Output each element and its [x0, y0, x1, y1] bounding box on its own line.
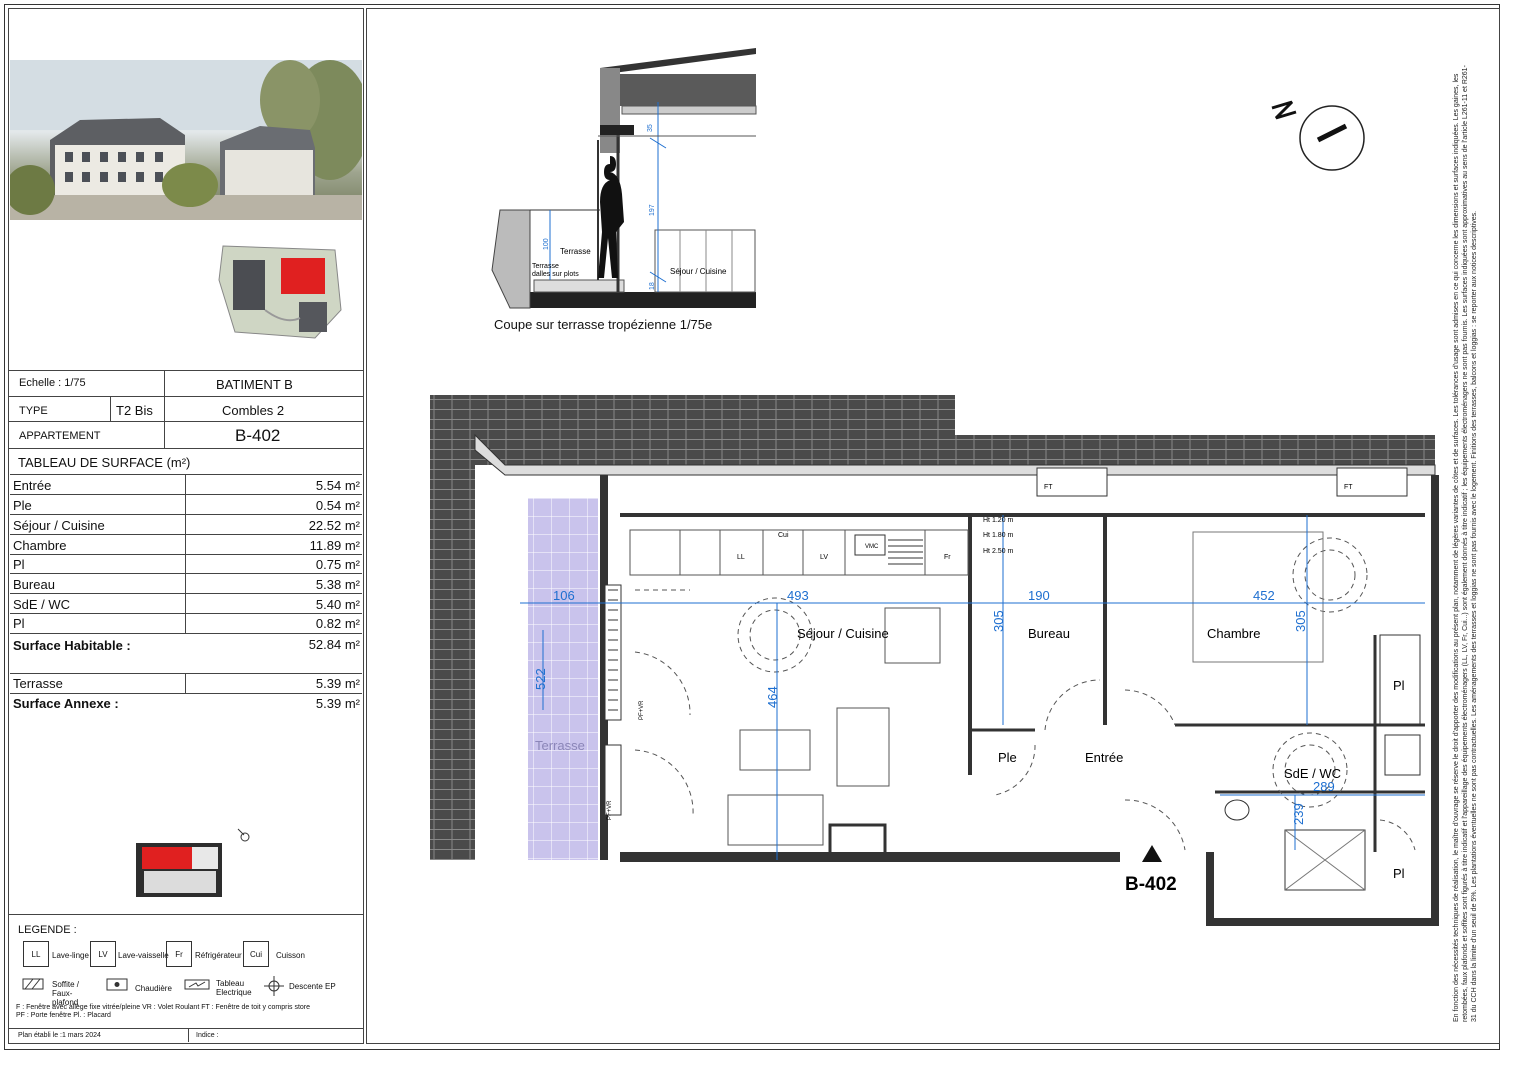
legend-label: Réfrigérateur	[195, 951, 242, 960]
dim-label: 289	[1313, 779, 1335, 794]
room-label-entree: Entrée	[1085, 750, 1123, 765]
key-plan-image	[136, 828, 250, 897]
habitable-value: 52.84 m²	[308, 637, 360, 652]
terrasse-label: Terrasse	[13, 676, 63, 691]
legend-title: LEGENDE :	[18, 924, 77, 936]
legend-symbol-label: Chaudière	[135, 984, 172, 993]
room-label-sde: SdE / WC	[1284, 766, 1341, 781]
situation-plan-image	[218, 245, 342, 339]
scale-label: Echelle : 1/75	[19, 377, 86, 389]
room-label-chambre: Chambre	[1207, 626, 1260, 641]
ft-label: FT	[1344, 484, 1353, 491]
door-label: PF+VR	[607, 800, 613, 820]
surface-row-value: 5.54 m²	[315, 478, 360, 493]
surface-row-value: 0.82 m²	[315, 616, 360, 631]
terrasse-value: 5.39 m²	[315, 676, 360, 691]
plan-index: Indice :	[196, 1032, 219, 1039]
section-terrasse-label: Terrasse	[560, 247, 591, 256]
apartment-label: APPARTEMENT	[19, 430, 101, 442]
legend-code: Fr	[166, 941, 192, 967]
legend-code: Cui	[243, 941, 269, 967]
section-dim: 197	[649, 204, 656, 216]
electrical-panel-icon	[184, 979, 210, 990]
section-dim: 18	[649, 282, 656, 290]
surface-row-label: Pl	[13, 616, 25, 631]
section-caption: Coupe sur terrasse tropézienne 1/75e	[494, 317, 713, 332]
dim-label: 305	[1293, 610, 1308, 632]
section-sejour-label: Séjour / Cuisine	[670, 267, 727, 276]
legend-note-2: PF : Porte fenêtre Pl. : Placard	[16, 1012, 111, 1019]
appliance-label: LV	[820, 554, 828, 561]
room-label-terrasse: Terrasse	[535, 738, 585, 753]
room-label-sejour: Séjour / Cuisine	[797, 626, 889, 641]
dim-label: 493	[787, 588, 809, 603]
surface-row-label: Chambre	[13, 538, 67, 553]
height-label: Ht 1.20 m	[983, 517, 1014, 524]
legend-symbol-label: Descente EP	[289, 982, 336, 991]
door-label: PF+VR	[639, 700, 645, 720]
section-dim: 100	[543, 238, 550, 250]
type-value: T2 Bis	[116, 403, 153, 418]
room-label-pl: Pl	[1393, 678, 1405, 693]
dim-label: 464	[765, 686, 780, 708]
legend-note-1: F : Fenêtre avec allège fixe vitrée/plei…	[16, 1004, 311, 1011]
section-dim: 35	[647, 124, 654, 132]
room-label-pl: Pl	[1393, 866, 1405, 881]
plan-date: Plan établi le :1 mars 2024	[18, 1032, 101, 1039]
surface-row-value: 0.54 m²	[315, 498, 360, 513]
appliance-label: Fr	[944, 554, 951, 561]
appliance-label: LL	[737, 554, 745, 561]
appliance-label: Cui	[778, 532, 789, 539]
surface-row-label: Pl	[13, 557, 25, 572]
height-label: Ht 1.80 m	[983, 532, 1014, 539]
apartment-entrance-label: B-402	[1125, 874, 1177, 895]
legend-code: LL	[23, 941, 49, 967]
legend-label: Cuisson	[276, 951, 305, 960]
surface-row-label: Ple	[13, 498, 32, 513]
soffite-hatch-icon	[22, 978, 44, 990]
level-label: Combles 2	[222, 403, 285, 418]
surface-row-label: Bureau	[13, 577, 55, 592]
surface-row-value: 0.75 m²	[315, 557, 360, 572]
dim-label: 522	[533, 668, 548, 690]
section-terrasse-detail: dalles sur plots	[532, 271, 579, 278]
height-label: Ht 2.50 m	[983, 548, 1014, 555]
floor-plan: 106 493 190 452 305 305 464 522 289 239 …	[430, 395, 1439, 926]
legal-notes: En fonction des nécessités techniques de…	[1453, 65, 1478, 1022]
habitable-label: Surface Habitable :	[13, 638, 131, 653]
annexe-value: 5.39 m²	[315, 696, 360, 711]
legend-label: Lave-linge	[52, 951, 89, 960]
room-label-bureau: Bureau	[1028, 626, 1070, 641]
ft-label: FT	[1044, 484, 1053, 491]
dim-label: 239	[1291, 803, 1306, 825]
north-arrow-icon	[1271, 100, 1365, 171]
surface-row-value: 5.40 m²	[315, 597, 360, 612]
surface-row-label: SdE / WC	[13, 597, 71, 612]
apartment-number: B-402	[235, 426, 281, 445]
surface-row-value: 5.38 m²	[315, 577, 360, 592]
appliance-label: VMC	[865, 544, 879, 550]
boiler-icon	[106, 978, 128, 991]
surface-row-value: 11.89 m²	[309, 538, 360, 553]
legend-symbol-label: Soffite / Faux-plafond	[52, 980, 79, 1007]
dim-label: 106	[553, 588, 575, 603]
annexe-label: Surface Annexe :	[13, 696, 119, 711]
section-terrasse-detail: Terrasse	[532, 263, 559, 270]
room-label-ple: Ple	[998, 750, 1017, 765]
section-drawing: 35 197 100 18 Terrasse Terrasse dalles s…	[491, 48, 757, 309]
dim-label: 305	[991, 610, 1006, 632]
downpipe-icon	[264, 976, 284, 996]
legend-symbol-label: Tableau Electrique	[216, 979, 252, 997]
surface-row-value: 22.52 m²	[308, 518, 360, 533]
legend-label: Lave-vaisselle	[118, 951, 169, 960]
surface-table-title: TABLEAU DE SURFACE (m²)	[18, 455, 191, 470]
surface-row-label: Séjour / Cuisine	[13, 518, 105, 533]
legend-code: LV	[90, 941, 116, 967]
building-label: BATIMENT B	[216, 377, 293, 392]
building-perspective-image	[10, 60, 362, 220]
dim-label: 190	[1028, 588, 1050, 603]
surface-row-label: Entrée	[13, 478, 52, 493]
type-label: TYPE	[19, 405, 48, 417]
dim-label: 452	[1253, 588, 1275, 603]
